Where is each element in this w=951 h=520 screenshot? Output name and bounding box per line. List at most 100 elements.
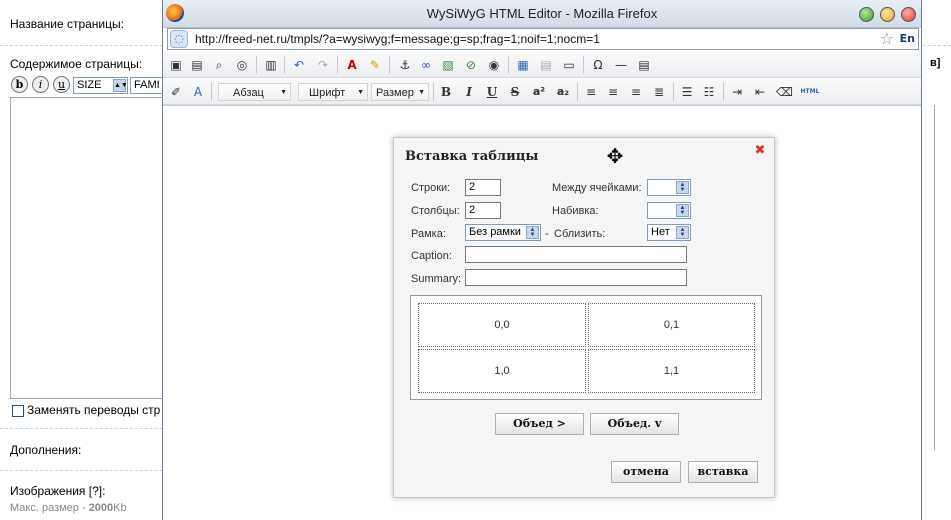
table-cell[interactable]: 0,0 — [418, 303, 586, 347]
separator — [723, 83, 724, 101]
scroll-line — [934, 105, 935, 450]
special-char-icon[interactable]: Ω — [590, 57, 606, 73]
dialog-title: Вставка таблицы — [405, 149, 539, 164]
align-right-icon[interactable]: ≡ — [628, 84, 644, 100]
url-bar[interactable]: ◌ http://freed-net.ru/tmpls/?a=wysiwyg;f… — [167, 28, 919, 50]
close-window-button[interactable] — [901, 7, 916, 22]
right-edge-panel: в] — [922, 50, 951, 520]
spacing-label: Между ячейками: — [552, 182, 642, 194]
bookmark-star-icon[interactable]: ☆ — [880, 29, 894, 48]
text-color-icon[interactable]: A — [344, 57, 360, 73]
horizontal-rule-icon[interactable]: — — [613, 57, 629, 73]
table-props-icon[interactable]: ▤ — [538, 57, 554, 73]
save-icon[interactable]: ▣ — [168, 57, 184, 73]
merge-down-button[interactable]: Объед. v — [590, 413, 679, 435]
maximize-button[interactable] — [880, 7, 895, 22]
link-icon[interactable]: ∞ — [418, 57, 434, 73]
underline-button[interactable]: u — [53, 76, 70, 93]
close-icon[interactable]: ✖ — [753, 144, 767, 158]
cols-label: Столбцы: — [411, 205, 460, 217]
font-style-icon[interactable]: A — [190, 84, 206, 100]
collapse-label: Сблизить: — [554, 228, 606, 240]
right-bracket-text: в] — [930, 57, 941, 69]
superscript-button[interactable]: a² — [529, 84, 549, 100]
underline-button[interactable]: U — [484, 84, 500, 100]
separator — [284, 56, 285, 74]
cols-input[interactable]: 2 — [465, 202, 501, 219]
caption-input[interactable] — [465, 246, 687, 263]
ordered-list-icon[interactable]: ☰ — [679, 84, 695, 100]
table-cell[interactable]: 1,1 — [588, 349, 755, 393]
save-as-icon[interactable]: ▤ — [189, 57, 205, 73]
align-center-icon[interactable]: ≡ — [605, 84, 621, 100]
rows-input[interactable]: 2 — [465, 179, 501, 196]
size-select[interactable]: SIZE ▲▼ — [73, 77, 128, 94]
align-left-icon[interactable]: ≡ — [583, 84, 599, 100]
outdent-icon[interactable]: ⇤ — [752, 84, 768, 100]
align-justify-icon[interactable]: ≣ — [651, 84, 667, 100]
subscript-button[interactable]: a₂ — [553, 84, 573, 100]
bold-button[interactable]: b — [11, 76, 28, 93]
separator — [211, 83, 212, 101]
collapse-select-value: Нет — [651, 226, 670, 238]
page-name-label: Название страницы: — [10, 17, 124, 31]
max-size-unit: Kb — [113, 502, 127, 514]
font-select[interactable]: Шрифт ▼ — [298, 83, 368, 101]
table-icon[interactable]: ▦ — [515, 57, 531, 73]
paste-icon[interactable]: ▥ — [263, 57, 279, 73]
border-select[interactable]: Без рамки ▲ ▼ — [465, 224, 541, 241]
insert-table-dialog: Вставка таблицы ✥ ✖ Строки: 2 Между ячей… — [393, 137, 775, 498]
summary-input[interactable] — [465, 269, 687, 286]
padding-select[interactable]: ▲ ▼ — [647, 202, 691, 219]
language-indicator: En — [899, 32, 915, 45]
move-cursor-icon[interactable]: ✥ — [603, 144, 627, 168]
chevron-down-icon: ▼ — [280, 89, 287, 96]
table-cell[interactable]: 1,0 — [418, 349, 586, 393]
undo-icon[interactable]: ↶ — [291, 57, 307, 73]
url-text[interactable]: http://freed-net.ru/tmpls/?a=wysiwyg;f=m… — [195, 32, 600, 46]
site-identity-icon[interactable]: ◌ — [170, 30, 188, 48]
content-textarea[interactable] — [10, 97, 170, 399]
size-select-value: Размер — [376, 87, 414, 99]
caption-label: Caption: — [411, 250, 452, 262]
italic-button[interactable]: I — [461, 84, 477, 100]
html-mode-icon[interactable]: HTML — [799, 84, 821, 100]
italic-button[interactable]: i — [32, 76, 49, 93]
strikethrough-button[interactable]: S — [507, 84, 523, 100]
table-cell[interactable]: 0,1 — [588, 303, 755, 347]
merge-right-button[interactable]: Объед > — [495, 413, 584, 435]
anchor-icon[interactable]: ⚓ — [397, 57, 413, 73]
window-title: WySiWyG HTML Editor - Mozilla Firefox — [426, 6, 658, 21]
bold-button[interactable]: B — [438, 84, 454, 100]
unordered-list-icon[interactable]: ☷ — [701, 84, 717, 100]
editor-toolbar-1: ▣ ▤ ⌕ ◎ ▥ ↶ ↷ A ✎ ⚓ ∞ ▧ ⊘ ◉ ▦ ▤ ▭ Ω — ▤ — [163, 51, 921, 78]
collapse-select[interactable]: Нет ▲ ▼ — [647, 224, 691, 241]
border-select-value: Без рамки — [469, 226, 521, 238]
highlight-icon[interactable]: ✎ — [367, 57, 383, 73]
media-icon[interactable]: ◉ — [486, 57, 502, 73]
preview-icon[interactable]: ⌕ — [211, 57, 227, 73]
cell-props-icon[interactable]: ▭ — [561, 57, 577, 73]
spacing-select[interactable]: ▲ ▼ — [647, 179, 691, 196]
redo-icon[interactable]: ↷ — [315, 57, 331, 73]
separator — [433, 83, 434, 101]
page-break-icon[interactable]: ▤ — [636, 57, 652, 73]
cancel-button[interactable]: отмена — [611, 461, 681, 483]
separator — [389, 56, 390, 74]
format-select[interactable]: Абзац ▼ — [218, 83, 291, 101]
updown-icon: ▲▼ — [526, 226, 539, 239]
image-icon[interactable]: ▧ — [440, 57, 456, 73]
indent-icon[interactable]: ⇥ — [729, 84, 745, 100]
size-select[interactable]: Размер ▼ — [371, 83, 429, 101]
separator — [673, 83, 674, 101]
find-icon[interactable]: ◎ — [234, 57, 250, 73]
max-size-prefix: Макс. размер - — [10, 502, 89, 514]
replace-breaks-checkbox[interactable] — [12, 405, 24, 417]
font-select-value: Шрифт — [309, 87, 346, 99]
edit-source-icon[interactable]: ✐ — [168, 84, 184, 100]
chevron-down-icon: ▼ — [418, 89, 425, 96]
insert-button[interactable]: вставка — [688, 461, 758, 483]
minimize-button[interactable] — [859, 7, 874, 22]
flash-icon[interactable]: ⊘ — [463, 57, 479, 73]
eraser-icon[interactable]: ⌫ — [776, 84, 793, 100]
